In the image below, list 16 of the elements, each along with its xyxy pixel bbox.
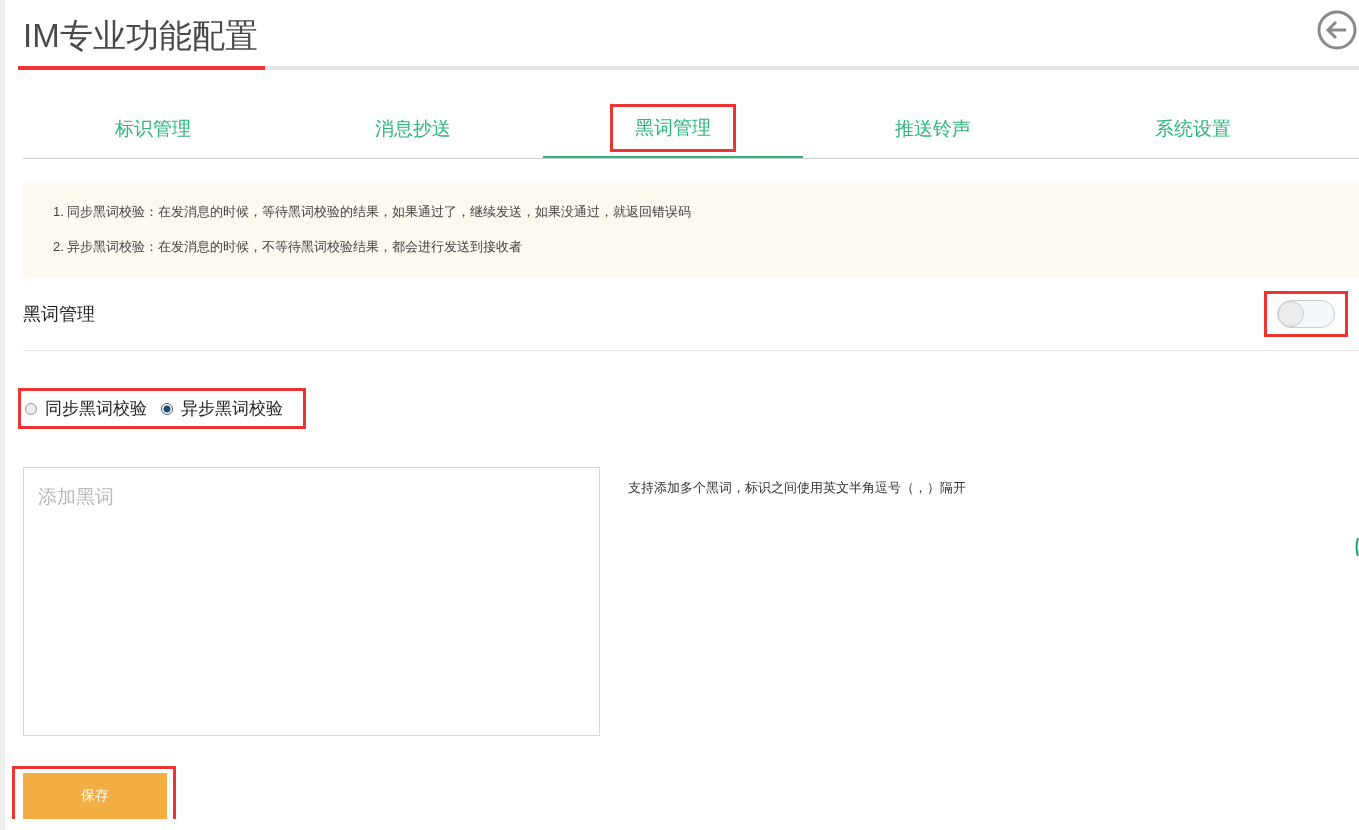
tab[interactable]: 系统设置: [1063, 100, 1323, 158]
words-input-field[interactable]: 添加黑词: [23, 467, 600, 736]
annotation-frame: 黑词管理: [610, 104, 736, 152]
radio-option[interactable]: 同步黑词校验: [25, 397, 147, 420]
tab[interactable]: 推送铃声: [803, 100, 1063, 158]
tab[interactable]: 消息抄送: [283, 100, 543, 158]
setting-label: 黑词管理: [23, 303, 95, 326]
hint-text: 支持添加多个黑词，标识之间使用英文半角逗号（，）隔开: [628, 479, 966, 497]
save-button[interactable]: 保存: [23, 773, 167, 819]
notice-text: 1. 同步黑词校验：在发消息的时候，等待黑词校验的结果，如果通过了，继续发送，如果没通过，就返回错误码: [53, 203, 693, 221]
toggle-switch[interactable]: [1277, 300, 1335, 328]
tab[interactable]: 标识管理: [23, 100, 283, 158]
tab[interactable]: 黑词管理: [543, 100, 803, 158]
page-title: IM专业功能配置: [23, 15, 258, 56]
notice-text: 2. 异步黑词校验：在发消息的时候，不等待黑词校验结果，都会进行发送到接收者: [53, 238, 524, 256]
radio-option[interactable]: 异步黑词校验: [161, 397, 283, 420]
